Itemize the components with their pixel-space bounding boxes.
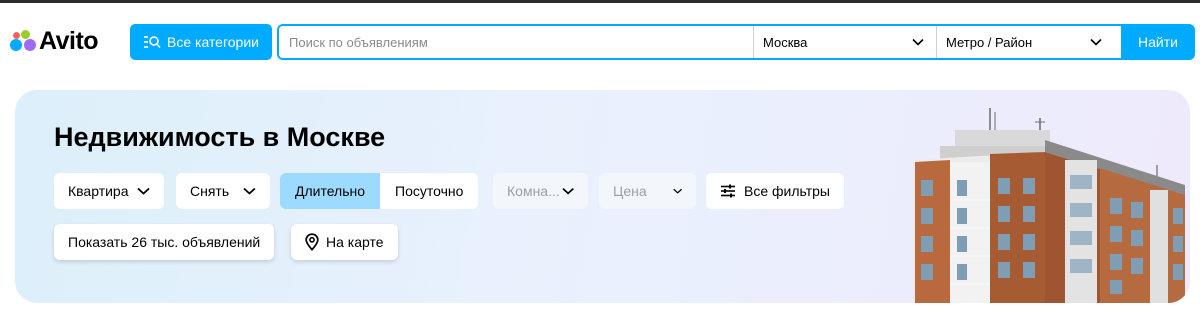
- price-dropdown[interactable]: Цена: [599, 173, 696, 209]
- chevron-down-icon: [562, 188, 574, 195]
- all-categories-button[interactable]: Все категории: [130, 24, 272, 60]
- all-filters-button[interactable]: Все фильтры: [706, 173, 844, 209]
- real-estate-hero: Недвижимость в Москве Квартира Снять Дли…: [15, 90, 1190, 303]
- sliders-icon: [721, 184, 735, 198]
- search-bar: Москва Метро / Район: [277, 24, 1142, 60]
- map-pin-icon: [305, 233, 319, 251]
- chevron-down-icon: [912, 38, 924, 46]
- deal-type-dropdown[interactable]: Снять: [176, 173, 270, 209]
- show-on-map-button[interactable]: На карте: [291, 224, 398, 260]
- metro-select[interactable]: Метро / Район: [936, 26, 1114, 58]
- apartment-building-illustration: [913, 108, 1185, 303]
- all-filters-label: Все фильтры: [744, 183, 830, 199]
- deal-type-value: Снять: [190, 183, 230, 199]
- city-select-value: Москва: [763, 34, 808, 50]
- top-border: [0, 0, 1200, 3]
- price-placeholder: Цена: [613, 183, 647, 199]
- page-title: Недвижимость в Москве: [54, 122, 386, 152]
- all-categories-label: Все категории: [167, 34, 259, 50]
- find-button[interactable]: Найти: [1121, 24, 1195, 60]
- show-results-button[interactable]: Показать 26 тыс. объявлений: [54, 224, 275, 260]
- term-option-daily[interactable]: Посуточно: [380, 173, 479, 209]
- term-option-long[interactable]: Длительно: [280, 173, 381, 209]
- show-on-map-label: На карте: [326, 234, 384, 250]
- chevron-down-icon: [136, 187, 150, 195]
- rental-term-toggle: Длительно Посуточно: [280, 173, 479, 209]
- chevron-down-icon: [243, 187, 256, 195]
- search-input[interactable]: [279, 26, 753, 58]
- rooms-dropdown[interactable]: Комна...: [493, 173, 588, 209]
- chevron-down-icon: [1090, 38, 1102, 46]
- rooms-placeholder: Комна...: [507, 183, 560, 199]
- avito-logo[interactable]: Avito: [10, 26, 99, 55]
- search-list-icon: [144, 36, 161, 49]
- metro-select-value: Метро / Район: [946, 34, 1033, 50]
- logo-text: Avito: [39, 26, 99, 55]
- show-results-label: Показать 26 тыс. объявлений: [68, 234, 261, 250]
- property-type-value: Квартира: [68, 183, 129, 199]
- find-button-label: Найти: [1138, 34, 1178, 50]
- logo-mark-icon: [10, 29, 36, 53]
- property-type-dropdown[interactable]: Квартира: [54, 173, 164, 209]
- city-select[interactable]: Москва: [753, 26, 936, 58]
- chevron-down-icon: [672, 188, 682, 194]
